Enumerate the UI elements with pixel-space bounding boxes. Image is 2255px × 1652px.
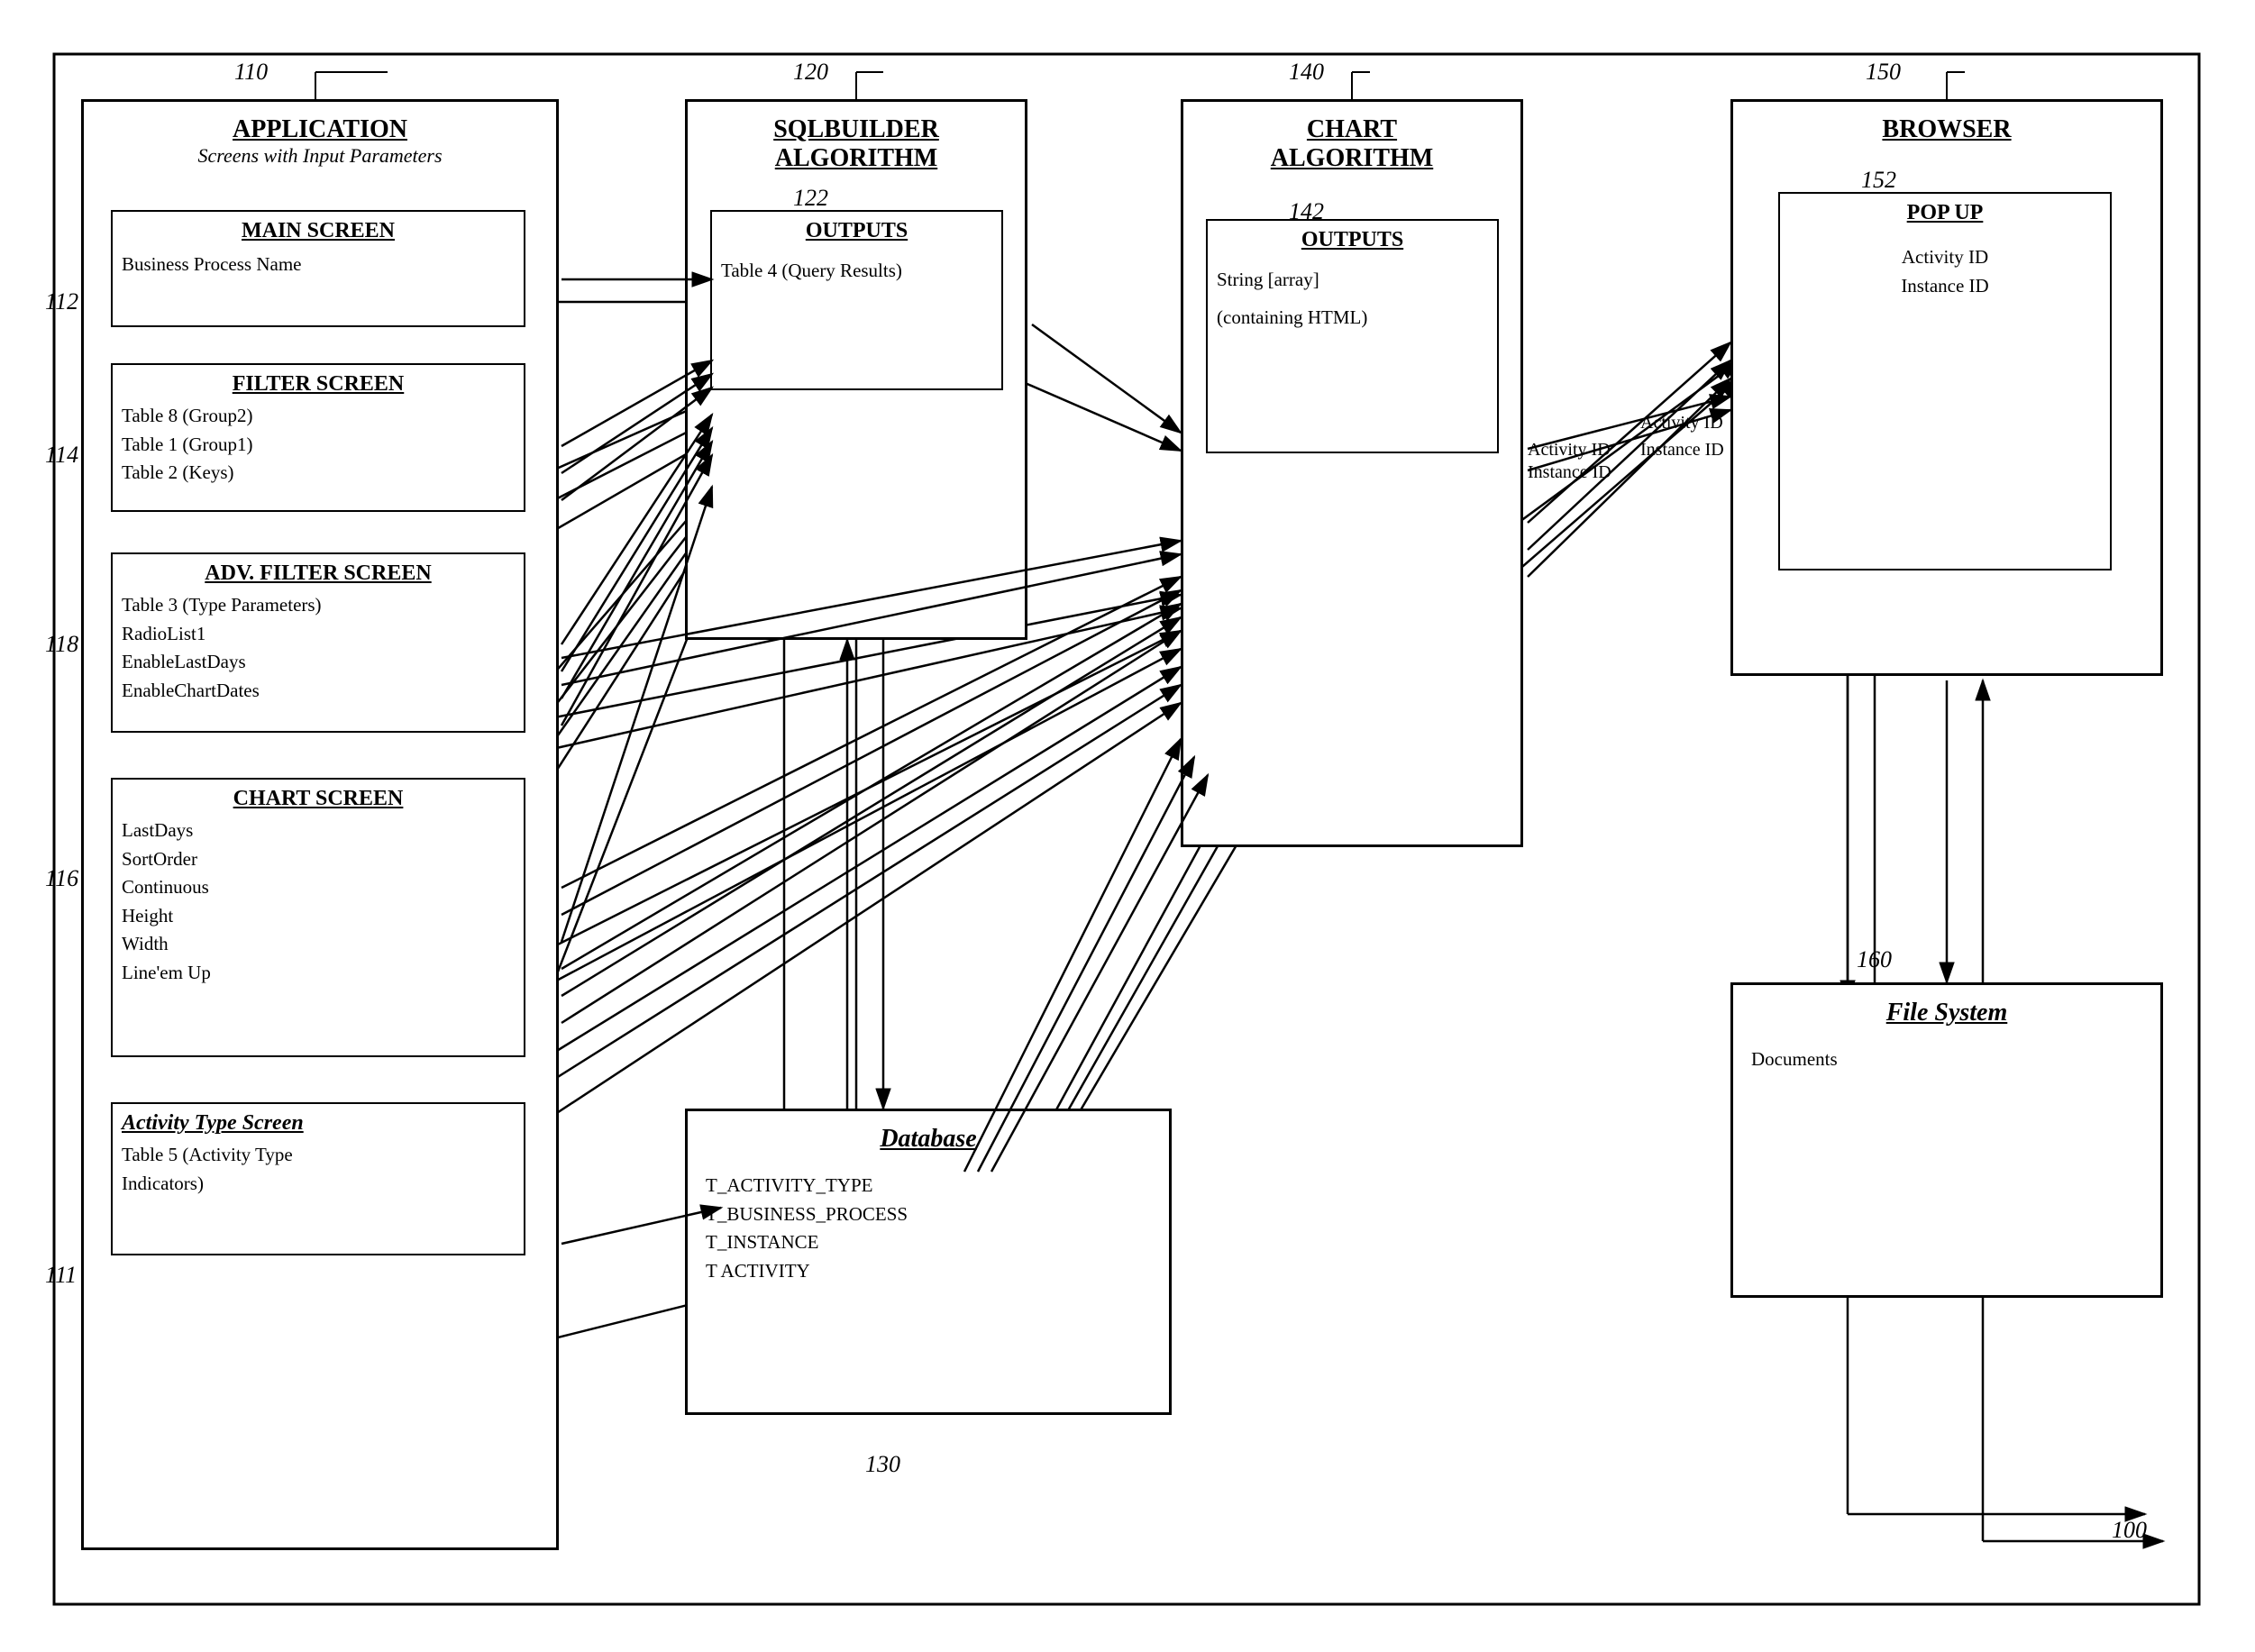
ref-130: 130: [865, 1451, 900, 1478]
fs-item1: Documents: [1751, 1045, 2142, 1074]
activity-type-title: Activity Type Screen: [122, 1111, 515, 1136]
ref-111: 111: [45, 1262, 77, 1289]
main-screen-title: MAIN SCREEN: [122, 219, 515, 243]
database-title: Database: [697, 1125, 1160, 1154]
activity-type-item1: Table 5 (Activity Type: [122, 1141, 515, 1170]
db-item1: T_ACTIVITY_TYPE: [706, 1172, 1151, 1200]
chart-algo-output-item1: String [array]: [1217, 266, 1488, 295]
database-box: Database T_ACTIVITY_TYPE T_BUSINESS_PROC…: [685, 1109, 1172, 1415]
adv-filter-item1: Table 3 (Type Parameters): [122, 591, 515, 620]
chart-screen-item3: Continuous: [122, 873, 515, 902]
filter-screen-title: FILTER SCREEN: [122, 372, 515, 397]
adv-filter-item3: EnableLastDays: [122, 648, 515, 677]
application-subtitle: Screens with Input Parameters: [93, 144, 547, 168]
ref-140: 140: [1289, 59, 1324, 86]
chart-screen-item4: Height: [122, 902, 515, 931]
chart-algo-outputs-title: OUTPUTS: [1217, 228, 1488, 252]
ref-152: 152: [1861, 167, 1896, 194]
filesystem-box: File System Documents: [1730, 982, 2163, 1298]
chart-algo-outputs-box: OUTPUTS String [array] (containing HTML): [1206, 219, 1499, 453]
ref-160: 160: [1857, 946, 1892, 973]
popup-box: POP UP Activity ID Instance ID: [1778, 192, 2112, 570]
main-screen-box: MAIN SCREEN Business Process Name: [111, 210, 525, 327]
diagram: Activity ID Instance ID 100 APPLICATION …: [0, 0, 2255, 1652]
popup-title: POP UP: [1789, 201, 2101, 225]
sqlbuilder-title1: SQLBUILDER: [697, 115, 1016, 144]
popup-item2: Instance ID: [1798, 272, 2092, 301]
chart-screen-item5: Width: [122, 930, 515, 959]
filter-screen-item3: Table 2 (Keys): [122, 459, 515, 488]
adv-filter-item4: EnableChartDates: [122, 677, 515, 706]
filter-screen-box: FILTER SCREEN Table 8 (Group2) Table 1 (…: [111, 363, 525, 512]
activity-type-item2: Indicators): [122, 1170, 515, 1199]
application-box: APPLICATION Screens with Input Parameter…: [81, 99, 559, 1550]
popup-content: Activity ID Instance ID: [1780, 230, 2110, 314]
browser-title: BROWSER: [1742, 115, 2151, 144]
ref-100: 100: [2112, 1517, 2147, 1544]
chart-algo-output-item3: (containing HTML): [1217, 304, 1488, 333]
ref-150: 150: [1866, 59, 1901, 86]
ref-116: 116: [45, 865, 78, 892]
sqlbuilder-box: SQLBUILDER ALGORITHM OUTPUTS Table 4 (Qu…: [685, 99, 1027, 640]
ref-142: 142: [1289, 198, 1324, 225]
popup-item1: Activity ID: [1798, 243, 2092, 272]
svg-text:Instance ID: Instance ID: [1528, 462, 1611, 482]
svg-text:Activity ID: Activity ID: [1640, 413, 1723, 433]
db-item3: T_INSTANCE: [706, 1228, 1151, 1257]
chart-algo-title1: CHART: [1192, 115, 1511, 144]
sqlbuilder-title2: ALGORITHM: [697, 144, 1016, 173]
adv-filter-item2: RadioList1: [122, 620, 515, 649]
sqlbuilder-output-item: Table 4 (Query Results): [721, 257, 992, 286]
chart-algo-title2: ALGORITHM: [1192, 144, 1511, 173]
ref-120: 120: [793, 59, 828, 86]
filter-screen-item2: Table 1 (Group1): [122, 431, 515, 460]
adv-filter-title: ADV. FILTER SCREEN: [122, 561, 515, 586]
chart-algorithm-box: CHART ALGORITHM OUTPUTS String [array] (…: [1181, 99, 1523, 847]
sqlbuilder-outputs-box: OUTPUTS Table 4 (Query Results): [710, 210, 1003, 390]
chart-screen-item1: LastDays: [122, 817, 515, 845]
database-content: T_ACTIVITY_TYPE T_BUSINESS_PROCESS T_INS…: [688, 1158, 1169, 1299]
application-title: APPLICATION: [93, 115, 547, 144]
ref-118: 118: [45, 631, 78, 658]
chart-screen-box: CHART SCREEN LastDays SortOrder Continuo…: [111, 778, 525, 1057]
filter-screen-item1: Table 8 (Group2): [122, 402, 515, 431]
browser-box: BROWSER POP UP Activity ID Instance ID: [1730, 99, 2163, 676]
chart-screen-title: CHART SCREEN: [122, 787, 515, 811]
chart-screen-item2: SortOrder: [122, 845, 515, 874]
main-screen-content: Business Process Name: [122, 251, 515, 279]
ref-110: 110: [234, 59, 268, 86]
filesystem-title: File System: [1742, 999, 2151, 1027]
sqlbuilder-outputs-title: OUTPUTS: [721, 219, 992, 243]
ref-122: 122: [793, 185, 828, 212]
chart-screen-item6: Line'em Up: [122, 959, 515, 988]
filesystem-content: Documents: [1733, 1032, 2160, 1088]
svg-text:Instance ID: Instance ID: [1640, 440, 1724, 460]
db-item2: T_BUSINESS_PROCESS: [706, 1200, 1151, 1229]
adv-filter-screen-box: ADV. FILTER SCREEN Table 3 (Type Paramet…: [111, 552, 525, 733]
ref-114: 114: [45, 442, 78, 469]
db-item4: T ACTIVITY: [706, 1257, 1151, 1286]
activity-type-screen-box: Activity Type Screen Table 5 (Activity T…: [111, 1102, 525, 1255]
ref-112: 112: [45, 288, 78, 315]
svg-text:Activity ID: Activity ID: [1528, 440, 1611, 460]
